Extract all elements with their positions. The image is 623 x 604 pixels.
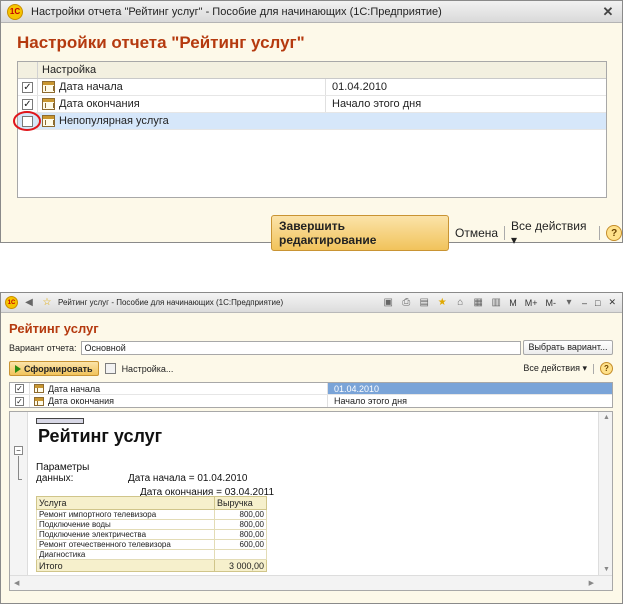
table-row: Ремонт отечественного телевизора 600,00 [36,539,267,550]
row-checkbox[interactable]: ✓ [22,98,33,110]
finish-editing-button[interactable]: Завершить редактирование [271,215,449,251]
back-icon[interactable]: ◀ [22,296,36,309]
window-heading: Рейтинг услуг [9,321,99,336]
table-row[interactable]: ✓ Дата начала 01.04.2010 [18,79,606,96]
row-value[interactable]: Начало этого дня [327,395,612,407]
calendar-icon [42,98,55,110]
choose-variant-button[interactable]: Выбрать вариант... [523,340,613,355]
window-titlebar: 1С ◀ ☆ Рейтинг услуг - Пособие для начин… [1,293,622,313]
total-row: Итого 3 000,00 [36,559,267,572]
help-icon[interactable]: ? [606,225,622,241]
scroll-down-icon[interactable]: ▼ [603,566,610,573]
report-title: Рейтинг услуг [38,426,163,446]
row-value[interactable]: Начало этого дня [325,96,606,112]
column-header-setting: Настройка [37,62,606,78]
dropdown-icon[interactable]: ▾ [562,296,576,309]
row-name: Дата начала [59,81,123,93]
table-row-selected[interactable]: Непопулярная услуга [13,111,606,131]
table-row: Подключение воды 800,00 [36,519,267,530]
calendar-icon [34,384,44,393]
save-icon[interactable]: ▣ [381,296,395,309]
settings-table: Настройка ✓ Дата начала 01.04.2010 ✓ Дат… [13,61,607,198]
variant-input[interactable]: Основной [80,341,521,355]
table-row[interactable]: ✓ Дата окончания Начало этого дня [10,395,612,407]
row-name: Непопулярная услуга [59,115,169,127]
group-gutter: − [10,412,28,575]
memory-mminus-button[interactable]: M- [544,298,559,308]
settings-link[interactable]: Настройка... [122,364,174,374]
history-icon[interactable]: ⌂ [453,296,467,309]
app-logo-icon: 1С [7,3,23,20]
scroll-left-icon[interactable]: ◀ [14,579,19,587]
help-icon[interactable]: ? [600,362,613,375]
maximize-button[interactable]: □ [593,298,602,308]
row-checkbox[interactable]: ✓ [22,81,33,93]
all-actions-menu[interactable]: Все действия ▾ [523,363,587,374]
table-row: Ремонт импортного телевизора 800,00 [36,509,267,520]
table-row[interactable]: ✓ Дата окончания Начало этого дня [18,96,606,113]
app-logo-icon: 1С [5,296,18,309]
report-area[interactable]: − Рейтинг услуг Параметры данных: Дата на… [9,411,613,591]
row-value[interactable]: 01.04.2010 [327,383,612,394]
play-icon [15,364,21,373]
table-row-selected[interactable]: ✓ Дата начала 01.04.2010 [10,383,612,395]
row-name: Дата начала [48,383,101,394]
row-name: Дата окончания [59,98,140,110]
horizontal-scrollbar[interactable]: ◀ ▶ [10,575,612,590]
close-icon[interactable]: ✕ [606,297,618,308]
dialog-window-title: Настройки отчета "Рейтинг услуг" - Пособ… [31,5,442,18]
report-toolbar: Сформировать Настройка... Все действия ▾… [9,361,613,376]
settings-dialog: 1С Настройки отчета "Рейтинг услуг" - По… [0,0,623,251]
generate-button[interactable]: Сформировать [9,361,99,376]
quick-settings-table: ✓ Дата начала 01.04.2010 ✓ Дата окончани… [9,382,613,408]
window-title: Рейтинг услуг - Пособие для начинающих (… [58,298,284,307]
print-icon[interactable]: ⎙ [399,296,413,309]
calendar-tool-icon[interactable]: ▥ [489,296,503,309]
favorite-star-icon[interactable]: ☆ [40,296,54,309]
column-header-service: Услуга [36,496,215,510]
report-params: Параметры данных: Дата начала = 01.04.201… [36,462,274,498]
close-icon[interactable]: ✕ [600,4,616,20]
collapse-icon[interactable]: − [14,446,23,455]
preview-icon[interactable]: ▤ [417,296,431,309]
table-row: Подключение электричества 800,00 [36,529,267,540]
row-checkbox[interactable]: ✓ [15,396,24,406]
calculator-icon[interactable]: ▦ [471,296,485,309]
favorites-icon[interactable]: ★ [435,296,449,309]
scroll-right-icon[interactable]: ▶ [589,579,594,587]
row-name: Дата окончания [48,396,115,406]
calendar-icon [34,396,44,406]
scroll-up-icon[interactable]: ▲ [603,414,610,421]
cancel-button[interactable]: Отмена [455,226,498,240]
variant-label: Вариант отчета: [9,343,77,353]
all-actions-menu[interactable]: Все действия ▾ [511,219,593,247]
table-row: Диагностика [36,549,267,560]
variant-row: Вариант отчета: Основной [9,341,521,355]
memory-m-button[interactable]: M [507,298,519,308]
row-checkbox[interactable]: ✓ [15,384,24,393]
report-window: 1С ◀ ☆ Рейтинг услуг - Пособие для начин… [0,292,623,604]
selected-cell [36,418,84,424]
column-header-revenue: Выручка [214,496,267,510]
memory-mplus-button[interactable]: M+ [523,298,540,308]
calendar-icon [42,81,55,93]
vertical-scrollbar[interactable]: ▲ ▼ [598,412,612,575]
settings-icon [104,363,116,374]
table-header: Настройка [18,62,606,79]
dialog-heading: Настройки отчета "Рейтинг услуг" [17,33,305,52]
params-label: Параметры данных: [36,462,90,484]
report-table: Услуга Выручка Ремонт импортного телевиз… [36,496,267,572]
highlight-circle-icon [13,111,41,131]
param-start: Дата начала = 01.04.2010 [128,473,248,484]
dialog-footer: Завершить редактирование Отмена Все дейс… [271,215,622,251]
dialog-titlebar: 1С Настройки отчета "Рейтинг услуг" - По… [1,1,622,23]
minimize-button[interactable]: – [580,298,589,308]
row-value[interactable]: 01.04.2010 [325,79,606,95]
calendar-icon [42,115,55,127]
